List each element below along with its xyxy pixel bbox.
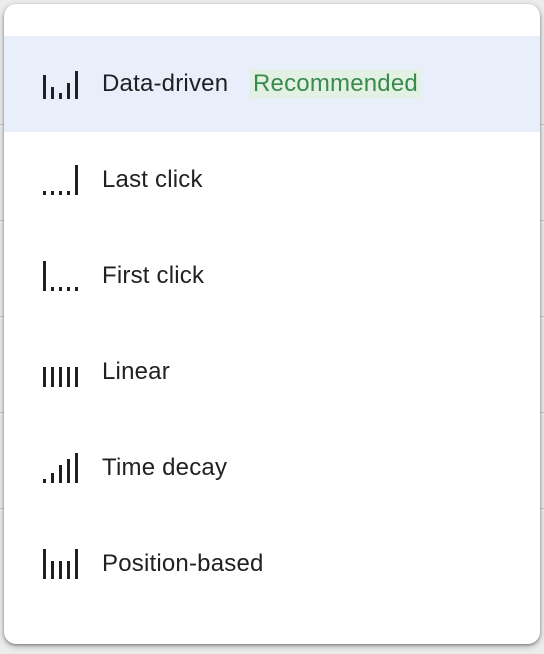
recommended-badge: Recommended [250,70,421,98]
menu-item-label: First click [102,262,205,289]
attribution-model-menu: Data-driven Recommended Last click First… [4,4,540,644]
menu-item-label: Time decay [102,454,228,481]
attribution-model-list: Data-driven Recommended Last click First… [4,36,540,612]
menu-item-label: Position-based [102,550,264,577]
menu-item-time-decay[interactable]: Time decay [4,420,540,516]
time-decay-icon [43,453,78,483]
menu-item-first-click[interactable]: First click [4,228,540,324]
menu-item-label: Data-driven [102,70,229,97]
menu-item-position-based[interactable]: Position-based [4,516,540,612]
linear-icon [43,367,78,387]
last-click-icon [43,165,78,195]
data-driven-icon [43,71,78,99]
menu-item-linear[interactable]: Linear [4,324,540,420]
menu-item-label: Last click [102,166,203,193]
first-click-icon [43,261,78,291]
menu-item-last-click[interactable]: Last click [4,132,540,228]
position-based-icon [43,549,78,579]
menu-item-data-driven[interactable]: Data-driven Recommended [4,36,540,132]
menu-item-label: Linear [102,358,170,385]
